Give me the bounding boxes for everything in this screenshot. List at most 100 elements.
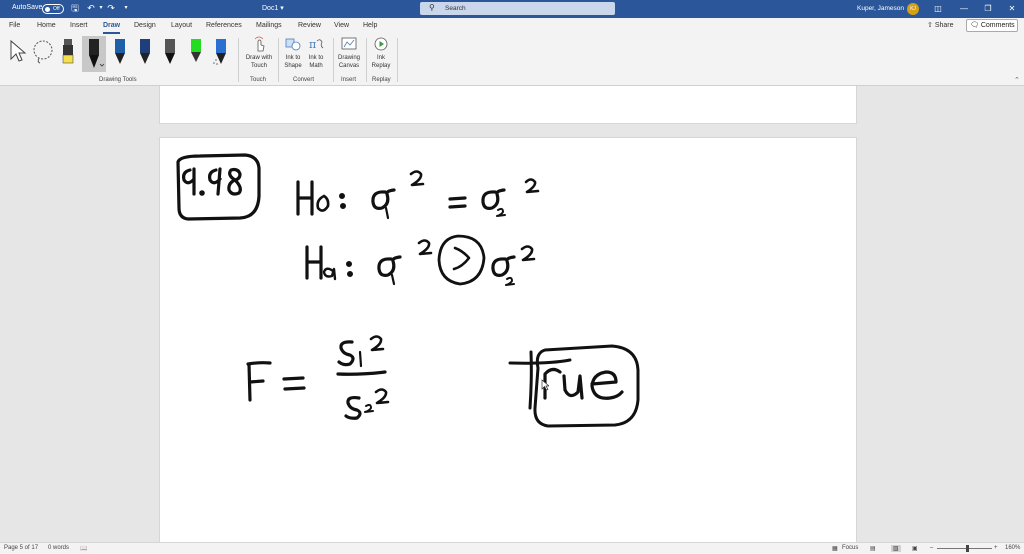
ribbon: Drawing Tools Draw with Touch Touch Ink … — [0, 34, 1024, 86]
zoom-in-icon[interactable]: + — [994, 545, 998, 551]
highlighter-icon — [191, 39, 201, 62]
draw-with-touch-label-2: Touch — [250, 63, 267, 69]
page-indicator[interactable]: Page 5 of 17 — [4, 545, 38, 551]
ribbon-display-options-icon[interactable]: ◫ — [932, 3, 944, 15]
tab-home[interactable]: Home — [37, 22, 56, 29]
current-page[interactable] — [159, 137, 857, 542]
pen-icon — [165, 39, 175, 64]
user-name[interactable]: Kuper, Jameson — [857, 5, 904, 12]
ink-replay-label-2: Replay — [371, 63, 391, 69]
avatar[interactable]: KJ — [907, 3, 919, 15]
focus-icon[interactable]: ▦ — [832, 545, 838, 552]
tab-review[interactable]: Review — [298, 22, 321, 29]
group-label-touch: Touch — [250, 77, 267, 83]
redo-icon[interactable]: ↷ — [106, 3, 116, 14]
lasso-select-tool[interactable] — [31, 36, 53, 66]
mouse-cursor-icon — [541, 379, 549, 391]
zoom-out-icon[interactable]: – — [930, 545, 933, 551]
ink-to-shape-icon — [285, 38, 301, 51]
ink-replay-button[interactable]: Ink Replay — [370, 36, 392, 70]
highlighter-green[interactable] — [185, 36, 207, 66]
comments-button[interactable]: 🗨 Comments — [966, 19, 1018, 32]
restore-icon[interactable]: ❐ — [982, 3, 994, 15]
collapse-ribbon-icon[interactable]: ⌃ — [1014, 76, 1020, 84]
read-mode-icon[interactable]: ▤ — [870, 545, 876, 552]
group-label-insert: Insert — [341, 77, 357, 83]
focus-button[interactable]: Focus — [842, 545, 858, 551]
ribbon-separator — [366, 38, 367, 82]
group-label-replay: Replay — [372, 77, 391, 83]
cursor-arrow-icon — [10, 39, 27, 62]
ink-to-shape-label-1: Ink to — [285, 55, 301, 61]
pen-icon — [140, 39, 150, 64]
pen-black-selected[interactable] — [82, 36, 106, 72]
ink-to-math-button[interactable]: π Ink to Math — [306, 36, 326, 70]
ink-to-math-icon: π — [309, 38, 324, 51]
undo-dropdown-icon[interactable]: ▾ — [96, 3, 106, 14]
save-icon[interactable]: 🖫 — [70, 3, 80, 14]
web-layout-icon[interactable]: ▣ — [912, 545, 918, 552]
pen-gray[interactable] — [159, 36, 181, 66]
autosave-label: AutoSave — [12, 4, 43, 11]
previous-page — [159, 86, 857, 124]
draw-with-touch-label-1: Draw with — [245, 55, 273, 61]
document-canvas[interactable] — [0, 86, 1024, 542]
status-bar: Page 5 of 17 0 words 📖 ▦ Focus ▤ ▧ ▣ – +… — [0, 542, 1024, 554]
ribbon-separator — [278, 38, 279, 82]
autosave-toggle[interactable]: Off — [42, 4, 64, 14]
ink-replay-icon — [374, 37, 388, 51]
pen-icon — [89, 39, 105, 68]
tab-design[interactable]: Design — [134, 22, 156, 29]
tab-draw[interactable]: Draw — [103, 22, 121, 34]
touch-hand-icon — [254, 36, 265, 52]
tab-file[interactable]: File — [9, 22, 20, 29]
proofing-icon[interactable]: 📖 — [80, 545, 87, 552]
handwritten-ink-drawing — [176, 153, 640, 428]
zoom-slider-track[interactable] — [937, 548, 992, 549]
highlighter-yellow[interactable] — [57, 36, 79, 66]
tab-references[interactable]: References — [206, 22, 242, 29]
tab-insert[interactable]: Insert — [70, 22, 88, 29]
group-label-convert: Convert — [293, 77, 315, 83]
ribbon-separator — [397, 38, 398, 82]
search-input[interactable]: ⚲ Search — [420, 2, 615, 15]
highlighter-color-swatch — [62, 54, 74, 64]
ink-to-math-label-2: Math — [309, 63, 323, 69]
tab-help[interactable]: Help — [363, 22, 377, 29]
autosave-state: Off — [53, 6, 60, 12]
undo-icon[interactable]: ↶ — [86, 3, 96, 14]
draw-with-touch-button[interactable]: Draw with Touch — [242, 36, 276, 70]
ribbon-separator — [238, 38, 239, 82]
drawing-canvas-label-1: Drawing — [337, 55, 360, 61]
drawing-canvas-label-2: Canvas — [338, 63, 360, 69]
ink-replay-label-1: Ink — [376, 55, 385, 61]
share-button[interactable]: ⇧ Share — [927, 21, 954, 29]
pen-galaxy[interactable] — [210, 36, 232, 66]
ink-to-shape-button[interactable]: Ink to Shape — [283, 36, 303, 70]
pen-blue[interactable] — [109, 36, 131, 66]
lasso-icon — [33, 40, 53, 64]
group-label-drawing-tools: Drawing Tools — [99, 77, 137, 83]
toggle-knob — [45, 6, 50, 12]
tab-view[interactable]: View — [334, 22, 349, 29]
word-count[interactable]: 0 words — [48, 545, 69, 551]
pen-dark-blue[interactable] — [134, 36, 156, 66]
zoom-slider-thumb[interactable] — [966, 545, 969, 552]
close-icon[interactable]: ✕ — [1006, 3, 1018, 15]
tab-mailings[interactable]: Mailings — [256, 22, 282, 29]
document-title[interactable]: Doc1 ▾ — [262, 4, 284, 12]
ribbon-tabs: File Home Insert Draw Design Layout Refe… — [0, 18, 1024, 34]
tab-layout[interactable]: Layout — [171, 22, 192, 29]
pen-icon — [115, 39, 125, 64]
drawing-canvas-icon — [341, 37, 357, 50]
minimize-icon[interactable]: — — [958, 3, 970, 15]
search-icon: ⚲ — [429, 3, 435, 12]
svg-text:π: π — [309, 38, 316, 51]
select-tool[interactable] — [6, 36, 28, 66]
customize-toolbar-icon[interactable]: ▾ — [121, 3, 131, 14]
title-bar: AutoSave Off 🖫 ↶ ▾ ↷ ▾ Doc1 ▾ ⚲ Search K… — [0, 0, 1024, 18]
print-layout-icon[interactable]: ▧ — [891, 545, 901, 552]
zoom-level[interactable]: 160% — [1005, 545, 1020, 551]
search-placeholder: Search — [445, 5, 466, 12]
drawing-canvas-button[interactable]: Drawing Canvas — [336, 36, 362, 70]
